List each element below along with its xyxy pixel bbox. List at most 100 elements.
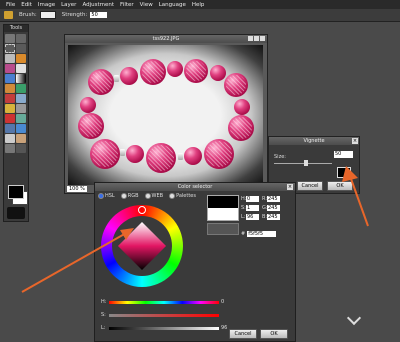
vignette-cancel-button[interactable]: Cancel [297,181,323,191]
bead [224,73,248,97]
menu-language[interactable]: Language [159,2,186,8]
color-replace-tool-icon[interactable] [16,84,26,93]
bead [234,99,250,115]
radio-icon [98,193,104,199]
size-slider-track[interactable] [274,163,332,164]
cursor-icon [346,310,362,326]
menu-layer[interactable]: Layer [61,2,76,8]
bead [146,143,176,173]
s-input[interactable]: 1 [246,205,259,211]
h-input[interactable]: 0 [246,196,259,202]
bead [88,69,114,95]
lightness-slider-track[interactable] [109,327,219,330]
hand-tool-icon[interactable] [16,134,26,143]
zoom-tool-icon[interactable] [16,144,26,153]
move-tool-icon[interactable] [16,34,26,43]
crop-tool-icon[interactable] [5,34,15,43]
bead-spacer [178,153,183,160]
minimize-icon[interactable] [248,36,253,41]
menu-edit[interactable]: Edit [21,2,32,8]
tool-options-buttons[interactable] [7,207,25,219]
bead [210,65,226,81]
pencil-tool-icon[interactable] [16,54,26,63]
clone-tool-icon[interactable] [5,84,15,93]
sponge-tool-icon[interactable] [5,104,15,113]
zoom-level[interactable]: 100 % [67,186,87,192]
color-selector-title: Color selector [95,183,295,191]
bead [140,59,166,85]
menu-view[interactable]: View [140,2,153,8]
vignette-color-chip[interactable] [337,167,351,178]
lasso-tool-icon[interactable] [16,44,26,53]
bead [78,113,104,139]
hue-slider-label: H: [101,299,107,305]
hue-slider-track[interactable] [109,301,219,304]
menu-filter[interactable]: Filter [120,2,134,8]
strength-label: Strength: [61,12,88,18]
tab-web[interactable]: WEB [144,193,163,199]
size-input[interactable]: 50 [334,151,353,158]
tab-rgb[interactable]: RGB [120,193,139,199]
bloat-tool-icon[interactable] [5,124,15,133]
select-tool-icon[interactable] [5,44,15,53]
bead [228,115,254,141]
menu-adjustment[interactable]: Adjustment [82,2,114,8]
size-slider-handle[interactable] [304,160,308,166]
bead-spacer [120,149,125,156]
hue-wheel[interactable] [101,205,183,287]
red-eye-tool-icon[interactable] [5,114,15,123]
l-input[interactable]: 96 [246,214,259,220]
dodge-tool-icon[interactable] [16,104,26,113]
image-window: tss922.JPG 100 % [64,34,268,194]
close-icon[interactable]: × [352,138,358,144]
gradient-tool-icon[interactable] [16,74,26,83]
bracelet-photo[interactable] [68,45,263,185]
bead [120,67,138,85]
menu-image[interactable]: Image [38,2,55,8]
eraser-tool-icon[interactable] [16,64,26,73]
g-input[interactable]: 245 [267,205,280,211]
menu-file[interactable]: File [6,2,15,8]
strength-input[interactable]: 50 [90,12,108,18]
hue-slider[interactable]: H: 0 [101,299,231,305]
bead [184,147,202,165]
old-color [208,196,238,208]
drawing-tool-icon[interactable] [5,94,15,103]
hue-slider-value: 0 [221,299,225,305]
foreground-color-swatch[interactable] [8,185,24,199]
alpha-preview [207,223,239,235]
spot-heal-tool-icon[interactable] [16,114,26,123]
hex-label: # [241,231,246,237]
menu-help[interactable]: Help [192,2,205,8]
brush-tool-icon-2[interactable] [5,64,15,73]
tools-title: Tools [4,25,28,32]
type-tool-icon[interactable] [5,134,15,143]
b-input[interactable]: 245 [267,214,280,220]
bead [204,139,234,169]
color-picker-tool-icon[interactable] [5,144,15,153]
vignette-ok-button[interactable]: OK [327,181,353,191]
tab-hsl[interactable]: HSL [98,193,115,199]
bead [80,97,96,113]
wand-tool-icon[interactable] [5,54,15,63]
fill-tool-icon[interactable] [5,74,15,83]
color-cancel-button[interactable]: Cancel [229,329,257,339]
r-input[interactable]: 245 [267,196,280,202]
bead [184,59,208,83]
close-icon[interactable]: × [287,184,293,190]
hex-input[interactable]: f5f5f5 [247,231,277,237]
brush-label: Brush: [19,12,37,18]
lightness-slider[interactable]: L: 96 [101,325,231,331]
maximize-icon[interactable] [254,36,259,41]
color-selector-dialog: Color selector × HSL RGB WEB Palettes H:… [94,182,296,342]
size-label: Size: [274,154,286,160]
color-ok-button[interactable]: OK [260,329,288,339]
close-icon[interactable] [260,36,265,41]
saturation-slider-track[interactable] [109,314,219,317]
hue-marker[interactable] [138,206,146,214]
pinch-tool-icon[interactable] [16,124,26,133]
saturation-slider[interactable]: S: [101,312,231,318]
blur-tool-icon[interactable] [16,94,26,103]
tab-palettes[interactable]: Palettes [169,193,196,199]
brush-picker[interactable] [39,11,56,19]
